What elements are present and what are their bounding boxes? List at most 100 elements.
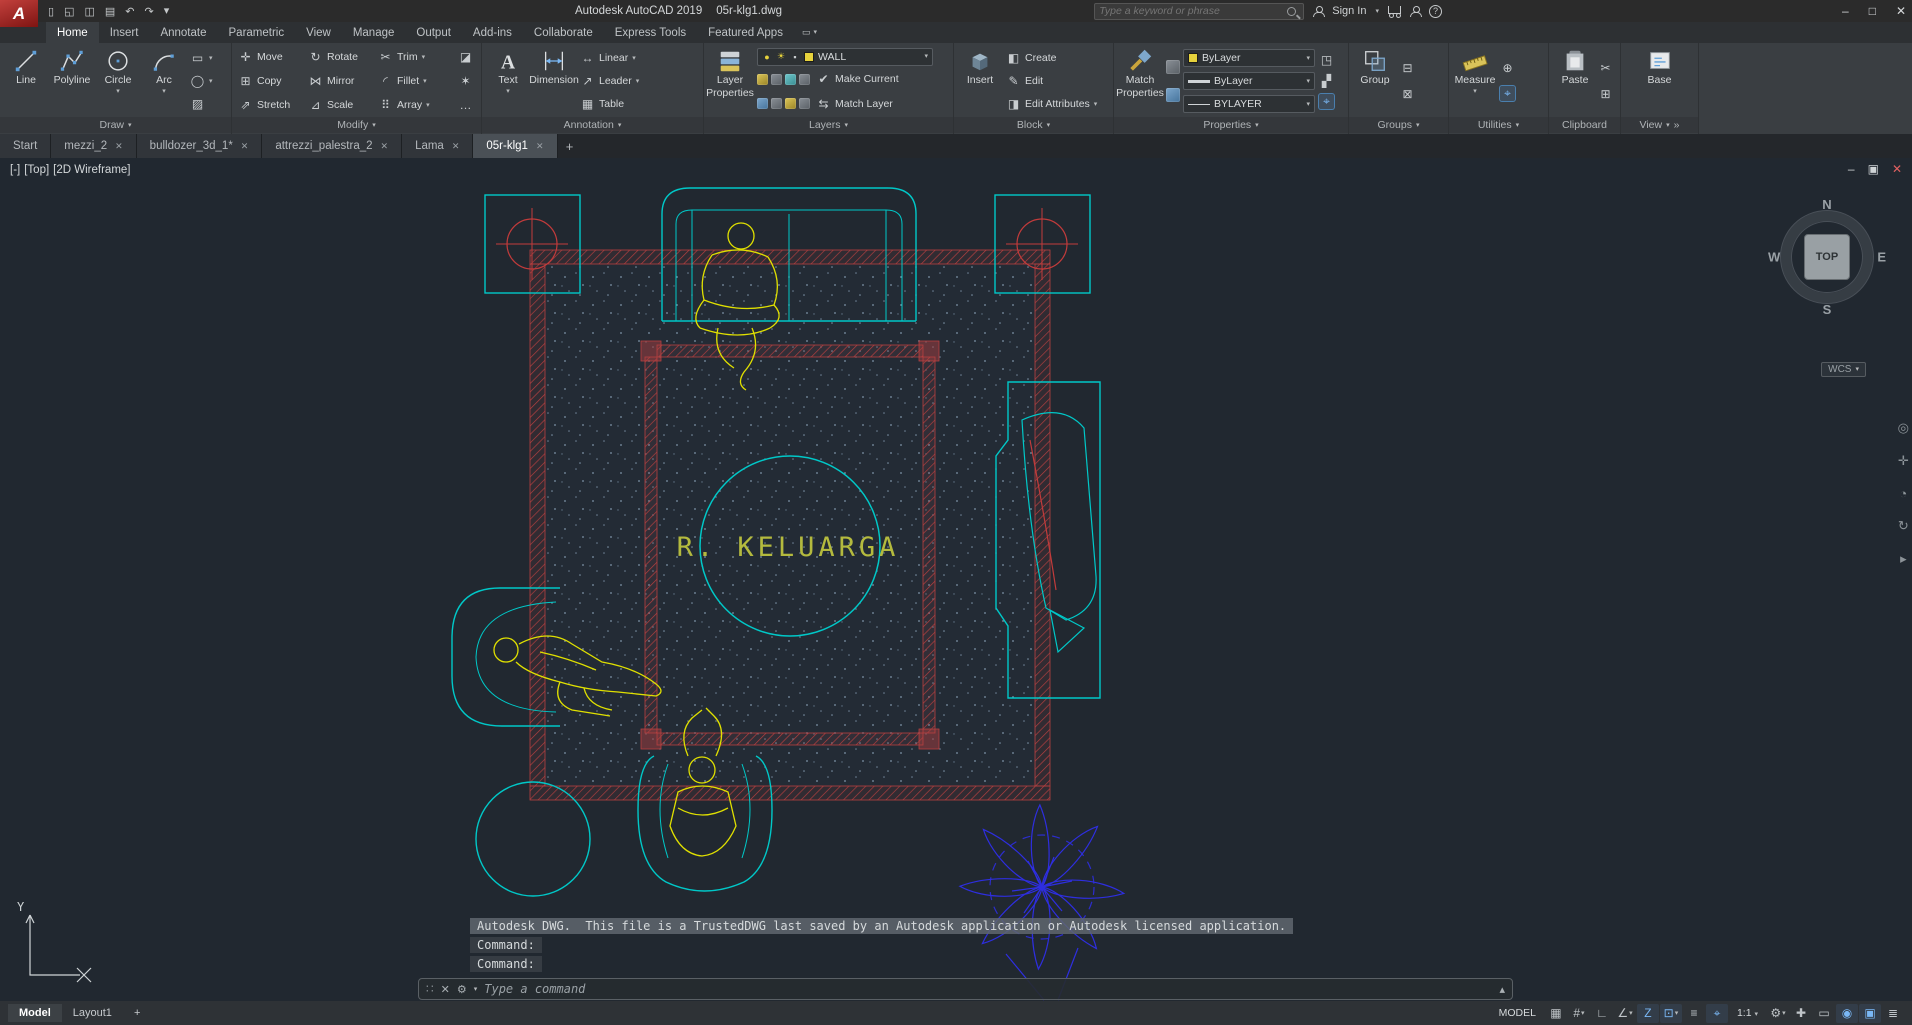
clean-screen-toggle[interactable]: ▣ xyxy=(1859,1003,1881,1023)
modify-more-button[interactable]: … xyxy=(455,94,475,116)
command-drag-grip-icon[interactable]: ∷ xyxy=(426,982,434,996)
edit-attributes-button[interactable]: ◨ Edit Attributes ▾ xyxy=(1003,93,1100,115)
pan-icon[interactable]: ✛ xyxy=(1898,453,1909,469)
group-button[interactable]: Group xyxy=(1352,45,1398,117)
panel-title-modify[interactable]: Modify ▾ xyxy=(232,117,481,133)
scale-button[interactable]: ⊿ Scale xyxy=(305,94,375,116)
layer-walk-icon[interactable] xyxy=(785,98,796,109)
create-block-button[interactable]: ◧ Create xyxy=(1003,47,1100,69)
quick-measure-icon[interactable]: ⌖ xyxy=(1500,86,1515,102)
drawing-canvas[interactable]: R. KELUARGA Y xyxy=(0,158,1912,1001)
new-layout-button[interactable]: + xyxy=(123,1004,151,1022)
tab-view[interactable]: View xyxy=(295,22,342,43)
match-properties-button[interactable]: Match Properties xyxy=(1116,45,1164,117)
help-search-box[interactable] xyxy=(1094,2,1305,20)
snap-toggle[interactable]: # ▾ xyxy=(1568,1004,1590,1023)
open-file-icon[interactable]: ◱ xyxy=(60,5,78,18)
paste-button[interactable]: Paste xyxy=(1552,45,1598,117)
object-snap-toggle[interactable]: ⊡ ▾ xyxy=(1659,1003,1682,1023)
match-layer-button[interactable]: ⇆ Match Layer xyxy=(813,93,896,115)
panel-title-block[interactable]: Block ▾ xyxy=(954,117,1113,133)
table-button[interactable]: ▦ Table xyxy=(577,93,642,115)
transparency-icon[interactable]: ◳ xyxy=(1319,53,1334,67)
panel-title-annotation[interactable]: Annotation ▾ xyxy=(482,117,703,133)
array-button[interactable]: ⠿ Array ▾ xyxy=(375,94,455,116)
layer-dropdown[interactable]: ● ☀ ▪ WALL ▾ xyxy=(757,47,933,66)
selection-cycling-toggle[interactable]: ⌖ xyxy=(1705,1003,1728,1023)
help-icon[interactable]: ? xyxy=(1429,4,1442,18)
quick-properties-toggle[interactable]: ▭ xyxy=(1813,1004,1835,1023)
close-tab-icon[interactable]: ✕ xyxy=(115,141,123,152)
file-tab-attrezzi-palestra-2[interactable]: attrezzi_palestra_2 ✕ xyxy=(262,134,403,158)
floor-speckle-fill[interactable] xyxy=(545,264,1036,786)
showmotion-icon[interactable]: ▸ xyxy=(1900,551,1907,567)
tab-insert[interactable]: Insert xyxy=(99,22,150,43)
id-point-icon[interactable]: ⊕ xyxy=(1500,61,1515,75)
measure-button[interactable]: Measure ▾ xyxy=(1452,45,1498,117)
view-cube-east[interactable]: E xyxy=(1877,250,1886,265)
close-tab-icon[interactable]: ✕ xyxy=(536,141,544,152)
grid-toggle[interactable]: ▦ xyxy=(1545,1004,1567,1023)
property-list-icon[interactable] xyxy=(1166,87,1180,102)
select-similar-icon[interactable]: ⌖ xyxy=(1319,93,1334,109)
close-tab-icon[interactable]: ✕ xyxy=(452,141,460,152)
customization-menu[interactable]: ≣ xyxy=(1882,1004,1904,1023)
orbit-icon[interactable]: ↻ xyxy=(1898,518,1909,534)
move-button[interactable]: ✛ Move xyxy=(235,46,305,68)
line-button[interactable]: Line xyxy=(3,45,49,117)
tab-express-tools[interactable]: Express Tools xyxy=(604,22,697,43)
command-history-up-icon[interactable]: ▴ xyxy=(1499,983,1505,996)
minimize-button[interactable]: – xyxy=(1842,4,1849,18)
drawing-close-button[interactable]: ✕ xyxy=(1892,162,1902,176)
viewport-menu-control[interactable]: [-] xyxy=(10,164,20,176)
layer-properties-button[interactable]: Layer Properties xyxy=(706,45,754,117)
steering-wheel-icon[interactable]: ◎ xyxy=(1898,420,1909,436)
annotation-scale[interactable]: 1:1 ▾ xyxy=(1729,1005,1766,1021)
tab-home[interactable]: Home xyxy=(46,22,99,43)
workspace-switching[interactable]: ⚙ ▾ xyxy=(1767,1004,1789,1023)
model-space-viewport[interactable]: R. KELUARGA Y [-] [Top] [2D Wireframe] –… xyxy=(0,158,1912,1001)
command-close-icon[interactable]: ✕ xyxy=(441,983,450,996)
redo-icon[interactable]: ↷ xyxy=(141,5,158,18)
leader-button[interactable]: ↗ Leader ▾ xyxy=(577,70,642,92)
view-cube-south[interactable]: S xyxy=(1823,302,1832,317)
group-edit-icon[interactable]: ⊠ xyxy=(1400,87,1415,101)
drawing-minimize-button[interactable]: – xyxy=(1848,162,1855,176)
tab-parametric[interactable]: Parametric xyxy=(218,22,296,43)
linear-button[interactable]: ↔ Linear ▾ xyxy=(577,47,642,69)
panel-title-groups[interactable]: Groups ▾ xyxy=(1349,117,1448,133)
insert-button[interactable]: Insert xyxy=(957,45,1003,117)
space-indicator[interactable]: MODEL xyxy=(1491,1005,1544,1021)
stretch-button[interactable]: ⇗ Stretch xyxy=(235,94,305,116)
zoom-icon[interactable]: ◔ xyxy=(1899,486,1907,501)
tab-featured-apps[interactable]: Featured Apps xyxy=(697,22,794,43)
command-customize-icon[interactable]: ⚙ xyxy=(457,983,467,996)
new-drawing-tab-button[interactable]: + xyxy=(558,134,582,158)
sign-in-button[interactable]: Sign In xyxy=(1332,5,1366,17)
autodesk-account-icon[interactable] xyxy=(1410,5,1422,17)
layout1-tab[interactable]: Layout1 xyxy=(62,1004,123,1022)
undo-icon[interactable]: ↶ xyxy=(121,5,138,18)
linetype-dropdown[interactable]: BYLAYER ▾ xyxy=(1183,95,1315,113)
command-line[interactable]: ∷ ✕ ⚙ ▾ ▴ xyxy=(418,978,1513,1000)
layer-freeze-icon[interactable] xyxy=(785,73,796,85)
model-tab[interactable]: Model xyxy=(8,1004,62,1022)
new-file-icon[interactable]: ▯ xyxy=(44,5,58,18)
tab-annotate[interactable]: Annotate xyxy=(149,22,217,43)
mirror-button[interactable]: ⋈ Mirror xyxy=(305,70,375,92)
view-cube-top-face[interactable]: TOP xyxy=(1804,234,1850,280)
lineweight-dropdown[interactable]: ByLayer ▾ xyxy=(1183,72,1315,90)
save-icon[interactable]: ◫ xyxy=(80,5,98,18)
circle-button[interactable]: Circle ▾ xyxy=(95,45,141,117)
view-cube-north[interactable]: N xyxy=(1822,197,1831,212)
layer-unisolate-icon[interactable] xyxy=(757,98,768,109)
panel-title-view[interactable]: View ▾ » xyxy=(1621,117,1698,133)
sign-in-caret-icon[interactable]: ▾ xyxy=(1375,8,1379,15)
layer-lock-toggle-icon[interactable] xyxy=(799,73,810,85)
text-button[interactable]: A Text ▾ xyxy=(485,45,531,117)
viewport-view-control[interactable]: [Top] xyxy=(24,164,49,176)
ungroup-icon[interactable]: ⊟ xyxy=(1400,61,1415,75)
erase-button[interactable]: ◪ xyxy=(455,46,475,68)
close-tab-icon[interactable]: ✕ xyxy=(381,141,389,152)
file-tab-05r-klg1[interactable]: 05r-klg1 ✕ xyxy=(473,134,558,158)
